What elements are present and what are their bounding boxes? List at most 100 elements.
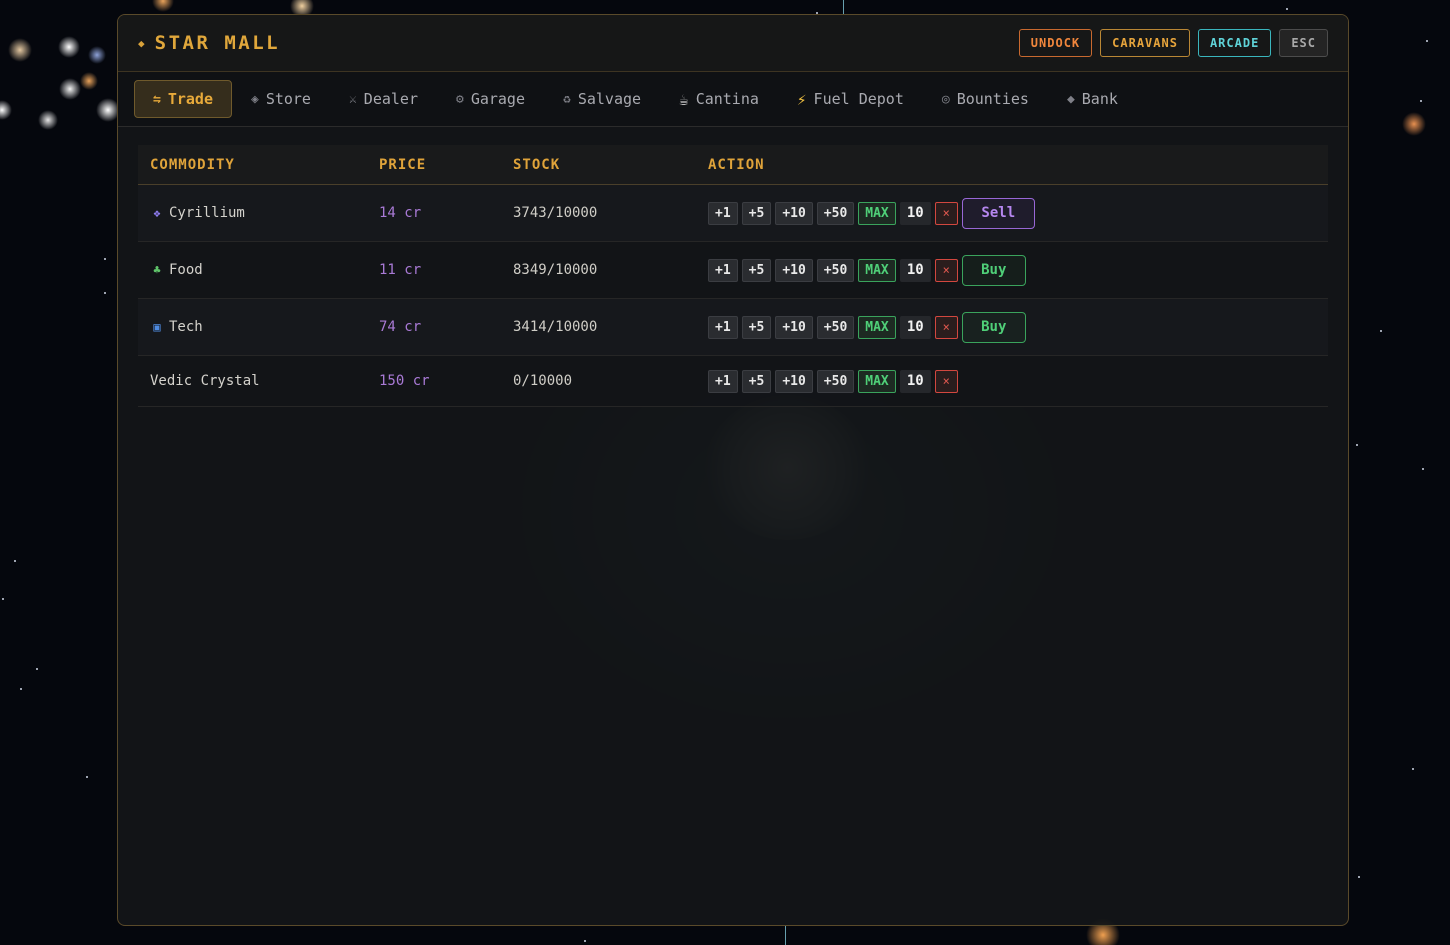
add-50-button[interactable]: +50: [816, 315, 855, 339]
commodity-cell: ▣ Tech: [138, 319, 379, 335]
table-row: ❖ Cyrillium 14 cr 3743/10000 +1 +5 +10 +…: [138, 185, 1328, 242]
add-5-button[interactable]: +5: [741, 315, 772, 339]
beam-line: [843, 0, 844, 14]
star: [1422, 468, 1424, 470]
tab-label: Fuel Depot: [813, 90, 904, 108]
tab-garage[interactable]: ⚙ Garage: [437, 80, 544, 118]
store-icon: ◈: [250, 91, 259, 107]
header-buttons: UNDOCK CARAVANS ARCADE ESC: [1018, 29, 1328, 57]
tab-label: Dealer: [363, 90, 418, 108]
tab-label: Bank: [1081, 90, 1118, 108]
add-5-button[interactable]: +5: [741, 201, 772, 225]
commodity-name: Cyrillium: [169, 205, 245, 221]
action-cell: +1 +5 +10 +50 MAX 10 × Buy: [708, 254, 1328, 286]
column-header-price: PRICE: [379, 156, 427, 173]
diamond-icon: ◆: [138, 36, 145, 50]
tab-label: Bounties: [956, 90, 1029, 108]
add-10-button[interactable]: +10: [775, 258, 813, 282]
tab-fuel-depot[interactable]: ⚡ Fuel Depot: [778, 80, 923, 118]
star-glow: [0, 100, 12, 120]
star: [1420, 100, 1422, 102]
commodity-name: Food: [169, 262, 203, 278]
star: [584, 940, 586, 942]
commodity-cell: ❖ Cyrillium: [138, 205, 379, 221]
swords-icon: ⚔: [348, 91, 357, 107]
esc-button[interactable]: ESC: [1279, 29, 1328, 57]
tab-label: Cantina: [695, 90, 759, 108]
star: [1412, 768, 1414, 770]
crystal-icon: ❖: [153, 206, 161, 220]
star: [86, 776, 88, 778]
tab-dealer[interactable]: ⚔ Dealer: [330, 80, 437, 118]
buy-button[interactable]: Buy: [961, 254, 1026, 286]
price-cell: 14 cr: [379, 205, 422, 221]
buy-button[interactable]: Buy: [961, 311, 1026, 343]
arcade-button[interactable]: ARCADE: [1197, 29, 1272, 57]
commodity-cell: Vedic Crystal: [138, 373, 379, 389]
tab-store[interactable]: ◈ Store: [232, 80, 330, 118]
add-10-button[interactable]: +10: [775, 315, 813, 339]
window-header: ◆ STAR MALL UNDOCK CARAVANS ARCADE ESC: [118, 15, 1348, 72]
add-5-button[interactable]: +5: [741, 369, 772, 393]
plant-icon: ♣: [153, 263, 161, 277]
tab-bar: ⇋ Trade ◈ Store ⚔ Dealer ⚙ Garage ♻ Salv…: [118, 72, 1348, 127]
max-button[interactable]: MAX: [858, 315, 896, 339]
stock-cell: 0/10000: [513, 373, 573, 389]
action-cell: +1 +5 +10 +50 MAX 10 ×: [708, 369, 1328, 393]
tab-label: Trade: [167, 90, 213, 108]
stock-cell: 3414/10000: [513, 319, 598, 335]
add-50-button[interactable]: +50: [816, 201, 855, 225]
stock-cell: 3743/10000: [513, 205, 598, 221]
star-glow: [80, 72, 98, 90]
action-cell: +1 +5 +10 +50 MAX 10 × Sell: [708, 197, 1328, 229]
add-50-button[interactable]: +50: [816, 258, 855, 282]
star-glow: [8, 38, 32, 62]
title-group: ◆ STAR MALL: [138, 32, 280, 54]
add-10-button[interactable]: +10: [775, 201, 813, 225]
price-cell: 11 cr: [379, 262, 422, 278]
tab-salvage[interactable]: ♻ Salvage: [544, 80, 660, 118]
add-10-button[interactable]: +10: [775, 369, 813, 393]
tab-bank[interactable]: ◆ Bank: [1048, 80, 1137, 118]
clear-quantity-button[interactable]: ×: [934, 369, 958, 393]
tab-bounties[interactable]: ◎ Bounties: [923, 80, 1048, 118]
add-1-button[interactable]: +1: [708, 258, 738, 282]
clear-quantity-button[interactable]: ×: [934, 315, 958, 339]
add-1-button[interactable]: +1: [708, 315, 738, 339]
price-cell: 150 cr: [379, 373, 430, 389]
quantity-input[interactable]: 10: [899, 258, 931, 282]
commodity-cell: ♣ Food: [138, 262, 379, 278]
add-1-button[interactable]: +1: [708, 369, 738, 393]
clear-quantity-button[interactable]: ×: [934, 201, 958, 225]
max-button[interactable]: MAX: [858, 369, 896, 393]
max-button[interactable]: MAX: [858, 258, 896, 282]
beam-line: [785, 926, 786, 945]
sell-button[interactable]: Sell: [961, 197, 1035, 229]
tab-cantina[interactable]: ☕ Cantina: [660, 80, 778, 118]
tab-trade[interactable]: ⇋ Trade: [134, 80, 232, 118]
add-5-button[interactable]: +5: [741, 258, 772, 282]
star-glow: [152, 0, 174, 12]
chip-icon: ▣: [153, 320, 161, 334]
star: [1286, 8, 1288, 10]
table-header: COMMODITY PRICE STOCK ACTION: [138, 145, 1328, 185]
add-50-button[interactable]: +50: [816, 369, 855, 393]
star-glow: [88, 46, 106, 64]
clear-quantity-button[interactable]: ×: [934, 258, 958, 282]
max-button[interactable]: MAX: [858, 201, 896, 225]
diamond-icon: ◆: [1066, 91, 1075, 107]
caravans-button[interactable]: CARAVANS: [1100, 29, 1190, 57]
table-row: Vedic Crystal 150 cr 0/10000 +1 +5 +10 +…: [138, 356, 1328, 407]
undock-button[interactable]: UNDOCK: [1018, 29, 1093, 57]
star: [104, 292, 106, 294]
quantity-input[interactable]: 10: [899, 369, 931, 393]
tab-label: Store: [265, 90, 311, 108]
quantity-input[interactable]: 10: [899, 315, 931, 339]
lightning-icon: ⚡: [796, 89, 807, 109]
quantity-input[interactable]: 10: [899, 201, 931, 225]
star: [104, 258, 106, 260]
add-1-button[interactable]: +1: [708, 201, 738, 225]
column-header-commodity: COMMODITY: [150, 156, 235, 173]
commodity-name: Vedic Crystal: [150, 373, 260, 389]
coffee-cup-icon: ☕: [679, 89, 689, 109]
